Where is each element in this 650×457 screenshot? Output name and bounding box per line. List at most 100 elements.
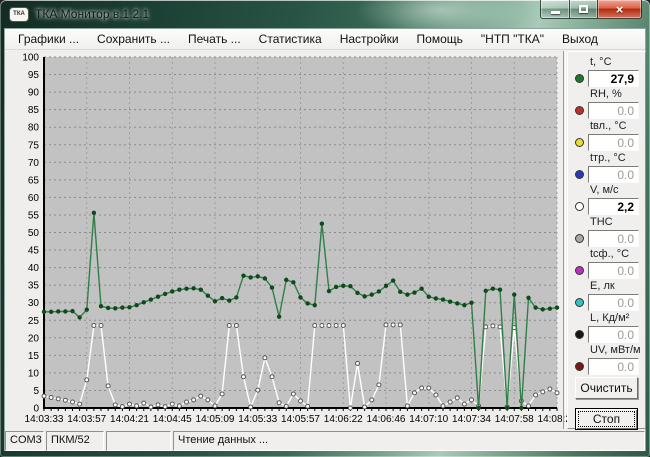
- sensor-value-uv: 0.0: [588, 358, 639, 375]
- sensor-sidebar: t, °C27,9RH, %0.0tвл., °C0.0tтр., °C0.0V…: [567, 51, 646, 429]
- status-message: Чтение данных ...: [173, 431, 645, 451]
- svg-text:60: 60: [28, 193, 40, 204]
- svg-text:14:07:34: 14:07:34: [452, 414, 491, 425]
- svg-text:5: 5: [33, 386, 39, 397]
- sensor-label-e: E, лк: [590, 280, 645, 293]
- svg-text:14:03:57: 14:03:57: [67, 414, 106, 425]
- app-icon: ТКА: [9, 7, 29, 22]
- clear-button[interactable]: Очистить: [575, 377, 638, 399]
- sensor-label-l: L, Кд/м²: [590, 312, 645, 325]
- menu-item-help[interactable]: Помощь: [408, 30, 472, 48]
- sensor-value-v: 2,2: [588, 198, 639, 215]
- sensor-label-rh: RH, %: [590, 88, 645, 101]
- svg-text:40: 40: [28, 263, 40, 274]
- sensor-value-ttr: 0.0: [588, 166, 639, 183]
- menu-item-print[interactable]: Печать ...: [179, 30, 250, 48]
- svg-text:75: 75: [28, 140, 40, 151]
- client-area: Графики ... Сохранить ... Печать ... Ста…: [4, 28, 646, 451]
- svg-text:50: 50: [28, 228, 40, 239]
- sensor-ttr: tтр., °C0.0: [568, 152, 645, 183]
- svg-text:10: 10: [28, 368, 40, 379]
- sensor-label-tsf: tсф., °C: [590, 248, 645, 261]
- status-device: ПКМ/52: [46, 431, 104, 451]
- sensor-tsf: tсф., °C0.0: [568, 248, 645, 279]
- panel-divider: [563, 51, 566, 429]
- sensor-color-icon: [575, 170, 584, 179]
- window-controls: ×: [540, 0, 642, 19]
- svg-text:14:04:45: 14:04:45: [153, 414, 192, 425]
- maximize-button[interactable]: [569, 0, 597, 19]
- svg-text:15: 15: [28, 351, 40, 362]
- menu-item-exit[interactable]: Выход: [553, 30, 607, 48]
- close-button[interactable]: ×: [597, 0, 642, 19]
- sensor-value-tns: 0.0: [588, 230, 639, 247]
- sensor-v: V, м/с2,2: [568, 184, 645, 215]
- sensor-value-t: 27,9: [588, 70, 639, 87]
- menu-item-settings[interactable]: Настройки: [331, 30, 408, 48]
- sensor-color-icon: [575, 266, 584, 275]
- svg-text:14:05:33: 14:05:33: [238, 414, 277, 425]
- chart-panel: 0510152025303540455055606570758085909510…: [6, 51, 562, 429]
- svg-text:35: 35: [28, 281, 40, 292]
- menu-bar: Графики ... Сохранить ... Печать ... Ста…: [5, 29, 645, 50]
- svg-text:70: 70: [28, 158, 40, 169]
- sensor-value-e: 0.0: [588, 294, 639, 311]
- status-empty: [106, 431, 171, 451]
- svg-text:14:06:22: 14:06:22: [324, 414, 363, 425]
- svg-text:80: 80: [28, 123, 40, 134]
- svg-text:95: 95: [28, 70, 40, 81]
- sensor-color-icon: [575, 362, 584, 371]
- svg-text:100: 100: [22, 53, 39, 64]
- minimize-button[interactable]: [540, 0, 569, 19]
- menu-item-statistics[interactable]: Статистика: [250, 30, 331, 48]
- svg-text:14:07:58: 14:07:58: [495, 414, 534, 425]
- close-icon: ×: [616, 2, 624, 17]
- sensor-value-tvl: 0.0: [588, 134, 639, 151]
- sensor-t: t, °C27,9: [568, 56, 645, 87]
- sensor-label-tvl: tвл., °C: [590, 120, 645, 133]
- sensor-value-rh: 0.0: [588, 102, 639, 119]
- sensor-color-icon: [575, 298, 584, 307]
- menu-item-ntp-tka[interactable]: "НТП "ТКА": [472, 30, 553, 48]
- sensor-color-icon: [575, 330, 584, 339]
- maximize-icon: [579, 5, 588, 13]
- svg-text:30: 30: [28, 298, 40, 309]
- stop-button[interactable]: Стоп: [575, 408, 638, 430]
- svg-text:20: 20: [28, 333, 40, 344]
- menu-item-graphs[interactable]: Графики ...: [9, 30, 88, 48]
- sensor-color-icon: [575, 106, 584, 115]
- status-bar: COM3 ПКМ/52 Чтение данных ...: [5, 430, 645, 451]
- svg-text:14:06:46: 14:06:46: [367, 414, 406, 425]
- svg-text:14:03:33: 14:03:33: [25, 414, 64, 425]
- sensor-l: L, Кд/м²0.0: [568, 312, 645, 343]
- sensor-value-l: 0.0: [588, 326, 639, 343]
- sensor-label-v: V, м/с: [590, 184, 645, 197]
- svg-text:90: 90: [28, 88, 40, 99]
- app-window: ТКА ТКА Монитор в.1.2.1 × Графики ... Со…: [0, 0, 650, 457]
- sensor-color-icon: [575, 234, 584, 243]
- minimize-icon: [551, 11, 560, 14]
- sensor-label-t: t, °C: [590, 56, 645, 69]
- svg-text:14:07:10: 14:07:10: [409, 414, 448, 425]
- sensor-uv: UV, мВт/м0.0: [568, 344, 645, 375]
- svg-text:0: 0: [33, 404, 39, 415]
- sensor-value-tsf: 0.0: [588, 262, 639, 279]
- svg-text:14:04:21: 14:04:21: [110, 414, 149, 425]
- sensor-e: E, лк0.0: [568, 280, 645, 311]
- sensor-label-ttr: tтр., °C: [590, 152, 645, 165]
- sensor-tvl: tвл., °C0.0: [568, 120, 645, 151]
- sensor-label-uv: UV, мВт/м: [590, 344, 645, 357]
- svg-text:85: 85: [28, 105, 40, 116]
- sensor-rh: RH, %0.0: [568, 88, 645, 119]
- svg-text:25: 25: [28, 316, 40, 327]
- svg-text:14:05:57: 14:05:57: [281, 414, 320, 425]
- menu-item-save[interactable]: Сохранить ...: [88, 30, 179, 48]
- sensor-color-icon: [575, 138, 584, 147]
- sensor-list: t, °C27,9RH, %0.0tвл., °C0.0tтр., °C0.0V…: [568, 56, 645, 375]
- sensor-color-icon: [575, 74, 584, 83]
- svg-text:55: 55: [28, 210, 40, 221]
- sensor-label-tns: ТНС: [590, 216, 645, 229]
- svg-text:65: 65: [28, 175, 40, 186]
- window-title: ТКА Монитор в.1.2.1: [35, 7, 149, 21]
- svg-text:14:05:09: 14:05:09: [196, 414, 235, 425]
